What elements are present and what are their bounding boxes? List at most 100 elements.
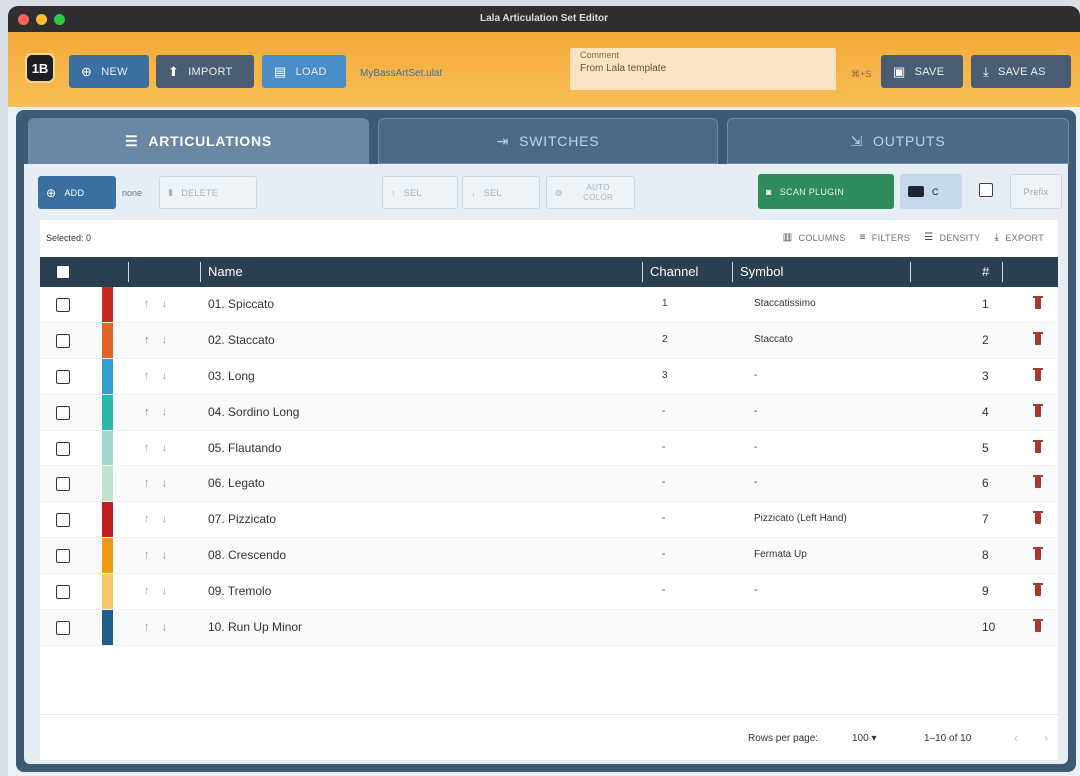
table-row[interactable]: ↑ ↓ 08. Crescendo - Fermata Up 8 [40, 538, 1058, 575]
tab-outputs[interactable]: ⇲ OUTPUTS [727, 118, 1069, 164]
articulation-channel: - [662, 549, 666, 561]
delete-row-icon[interactable] [1033, 331, 1043, 345]
delete-row-icon[interactable] [1033, 296, 1043, 309]
new-button[interactable]: ⊕ NEW [69, 55, 149, 88]
arrow-up-icon[interactable]: ↑ [144, 334, 150, 346]
mode-toggle-button[interactable]: C [900, 174, 962, 209]
delete-row-icon[interactable] [1033, 619, 1043, 633]
select-all-checkbox[interactable] [56, 265, 70, 279]
move-up-button[interactable]: ↑ SEL [382, 176, 458, 209]
articulation-color-swatch[interactable] [102, 538, 113, 574]
table-row[interactable]: ↑ ↓ 07. Pizzicato - Pizzicato (Left Hand) 7 [40, 502, 1058, 539]
arrow-down-icon[interactable]: ↓ [162, 406, 168, 418]
articulation-color-swatch[interactable] [102, 358, 113, 394]
header-number[interactable]: # [982, 264, 989, 279]
columns-button[interactable]: ▥ COLUMNS [783, 232, 846, 243]
row-checkbox[interactable] [56, 585, 70, 600]
arrow-down-icon[interactable]: ↓ [162, 585, 168, 597]
comment-field[interactable]: Comment From Lala template [570, 48, 836, 90]
articulation-color-swatch[interactable] [102, 394, 113, 430]
arrow-down-icon[interactable]: ↓ [162, 513, 168, 525]
row-checkbox[interactable] [56, 333, 70, 348]
table-row[interactable]: ↑ ↓ 02. Staccato 2 Staccato 2 [40, 322, 1058, 359]
save-button[interactable]: ▣ SAVE [881, 55, 963, 88]
arrow-up-icon[interactable]: ↑ [144, 621, 150, 633]
next-page-button[interactable]: › [1044, 731, 1048, 745]
arrow-up-icon[interactable]: ↑ [144, 442, 150, 454]
tab-switches[interactable]: ⇥ SWITCHES [378, 118, 718, 164]
prefix-checkbox[interactable] [979, 183, 993, 197]
delete-row-icon[interactable] [1033, 475, 1043, 489]
scan-plugin-button[interactable]: ◙ SCAN PLUGIN [758, 174, 894, 209]
header-name[interactable]: Name [208, 264, 243, 279]
save-as-button[interactable]: ⤓ SAVE AS [971, 55, 1071, 88]
density-button[interactable]: ☰ DENSITY [924, 232, 980, 243]
row-checkbox[interactable] [56, 621, 70, 636]
arrow-up-icon[interactable]: ↑ [144, 370, 150, 382]
table-row[interactable]: ↑ ↓ 10. Run Up Minor 10 [40, 610, 1058, 646]
articulation-color-swatch[interactable] [102, 322, 113, 358]
arrow-down-icon[interactable]: ↓ [162, 549, 168, 561]
arrow-up-icon[interactable]: ↑ [144, 406, 150, 418]
arrow-up-icon[interactable]: ↑ [144, 298, 150, 310]
delete-row-icon[interactable] [1033, 583, 1043, 597]
articulation-color-swatch[interactable] [102, 574, 113, 610]
row-checkbox[interactable] [56, 513, 70, 528]
arrow-down-icon[interactable]: ↓ [162, 334, 168, 346]
arrow-up-icon[interactable]: ↑ [144, 477, 150, 489]
auto-color-button[interactable]: ◍ AUTO COLOR [546, 176, 635, 209]
export-label: EXPORT [1005, 232, 1044, 243]
delete-row-icon[interactable] [1033, 367, 1043, 381]
row-checkbox[interactable] [56, 477, 70, 492]
arrow-down-icon[interactable]: ↓ [162, 370, 168, 382]
prefix-input[interactable]: Prefix [1010, 174, 1062, 209]
articulation-number: 7 [982, 512, 989, 527]
upload-icon: ⬆ [168, 63, 180, 79]
export-button[interactable]: ⤓ EXPORT [995, 232, 1044, 243]
arrow-up-icon[interactable]: ↑ [144, 549, 150, 561]
arrow-down-icon[interactable]: ↓ [162, 477, 168, 489]
reorder-arrows: ↑ ↓ [144, 298, 167, 310]
delete-row-icon[interactable] [1033, 439, 1043, 453]
row-checkbox[interactable] [56, 549, 70, 564]
header-symbol[interactable]: Symbol [740, 264, 783, 279]
add-button[interactable]: ⊕ ADD [38, 176, 116, 209]
arrow-down-icon[interactable]: ↓ [162, 298, 168, 310]
delete-row-icon[interactable] [1033, 547, 1043, 561]
articulation-color-swatch[interactable] [102, 502, 113, 538]
delete-row-icon[interactable] [1033, 403, 1043, 417]
import-button[interactable]: ⬆ IMPORT [156, 55, 254, 88]
arrow-up-icon[interactable]: ↑ [144, 585, 150, 597]
row-checkbox[interactable] [56, 298, 70, 312]
delete-button[interactable]: ▮ DELETE [159, 176, 257, 209]
table-row[interactable]: ↑ ↓ 03. Long 3-3 [40, 358, 1058, 395]
articulation-color-swatch[interactable] [102, 287, 113, 322]
arrow-up-icon[interactable]: ↑ [144, 513, 150, 525]
header-channel[interactable]: Channel [650, 264, 698, 279]
arrow-down-icon[interactable]: ↓ [162, 442, 168, 454]
articulation-color-swatch[interactable] [102, 430, 113, 466]
table-row[interactable]: ↑ ↓ 04. Sordino Long - -4 [40, 394, 1058, 431]
move-down-button[interactable]: ↓ SEL [462, 176, 540, 209]
arrow-down-icon[interactable]: ↓ [162, 621, 168, 633]
articulation-color-swatch[interactable] [102, 466, 113, 502]
row-checkbox[interactable] [56, 405, 70, 420]
table-row[interactable]: ↑ ↓ 09. Tremolo - -9 [40, 574, 1058, 611]
density-label: DENSITY [939, 232, 981, 243]
delete-row-icon[interactable] [1033, 511, 1043, 525]
plus-circle-icon: ⊕ [81, 63, 93, 79]
load-button[interactable]: ▤ LOAD [262, 55, 346, 88]
table-row[interactable]: ↑ ↓ 05. Flautando - -5 [40, 430, 1058, 467]
move-up-label: SEL [403, 187, 422, 198]
selection-none-label: none [122, 188, 143, 198]
table-row[interactable]: ↑ ↓ 06. Legato - -6 [40, 466, 1058, 503]
row-checkbox[interactable] [56, 441, 70, 456]
reorder-arrows: ↑ ↓ [144, 406, 167, 418]
row-checkbox[interactable] [56, 369, 70, 384]
articulation-color-swatch[interactable] [102, 610, 113, 645]
rows-per-page-select[interactable]: 100 ▾ [852, 733, 877, 744]
filters-button[interactable]: ≡ FILTERS [860, 232, 911, 243]
previous-page-button[interactable]: ‹ [1014, 731, 1018, 745]
table-row[interactable]: ↑ ↓ 01. Spiccato 1 Staccatissimo 1 [40, 287, 1058, 323]
tab-articulations[interactable]: ☰ ARTICULATIONS [28, 118, 369, 164]
